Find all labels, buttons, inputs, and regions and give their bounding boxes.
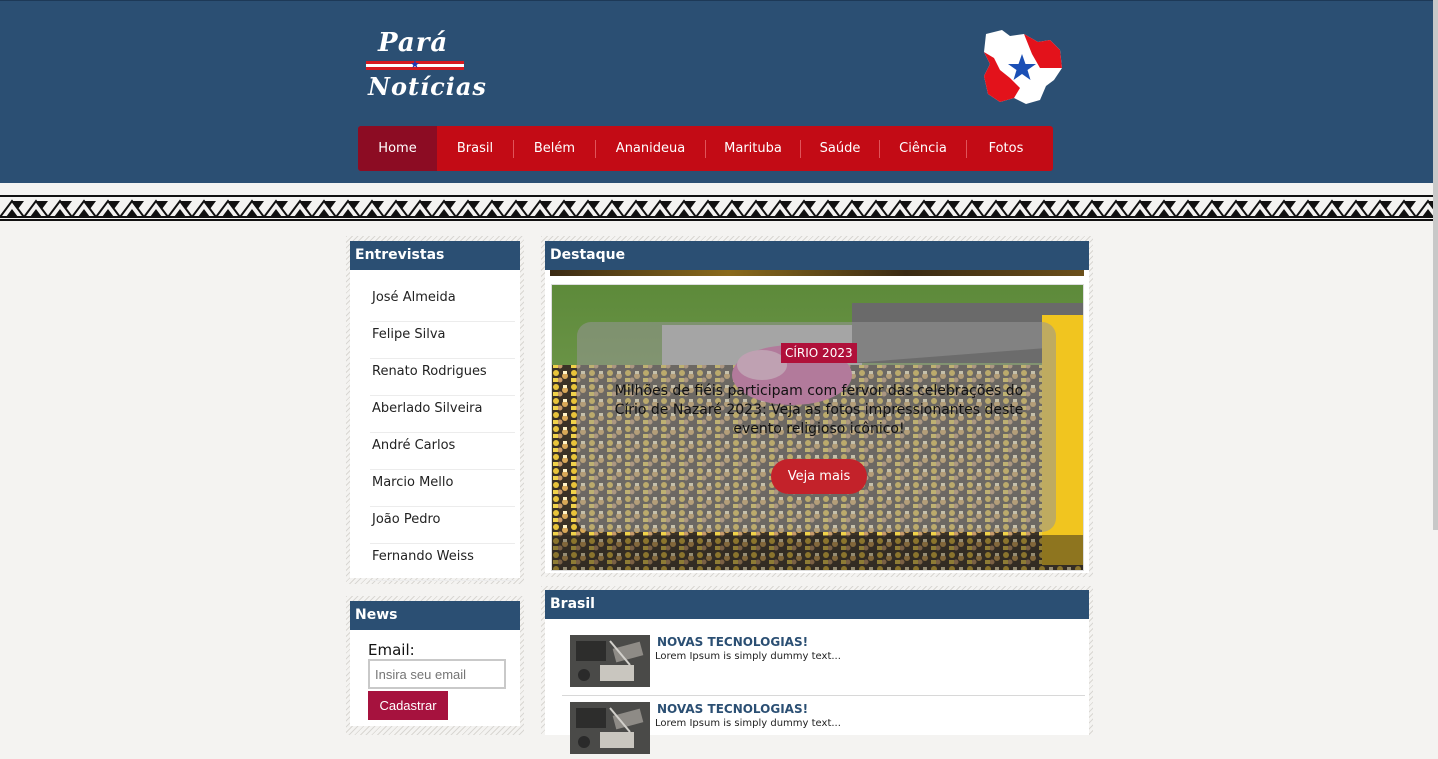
- nav-fotos[interactable]: Fotos: [967, 126, 1045, 171]
- destaque-headline: Milhões de fiéis participam com fervor d…: [614, 383, 1024, 437]
- tech-desk-thumbnail: [570, 702, 650, 754]
- nav-ciencia[interactable]: Ciência: [880, 126, 966, 171]
- news-title[interactable]: NOVAS TECNOLOGIAS!: [657, 635, 808, 649]
- entrevista-item[interactable]: Felipe Silva: [370, 322, 515, 359]
- site-header: Pará ★ Notícias Home Brasil Belém Ananid…: [0, 0, 1438, 183]
- entrevistas-title: Entrevistas: [350, 241, 520, 270]
- news-summary: Lorem Ipsum is simply dummy text...: [655, 718, 841, 729]
- entrevista-item[interactable]: Aberlado Silveira: [370, 396, 515, 433]
- logo-line2: Notícias: [368, 72, 487, 101]
- entrevista-item[interactable]: Renato Rodrigues: [370, 359, 515, 396]
- indigenous-pattern-border: [0, 195, 1438, 221]
- entrevistas-list: José Almeida Felipe Silva Renato Rodrigu…: [370, 285, 515, 581]
- brasil-title: Brasil: [545, 590, 1089, 619]
- news-item[interactable]: NOVAS TECNOLOGIAS! Lorem Ipsum is simply…: [562, 692, 1085, 759]
- site-logo[interactable]: Pará ★ Notícias: [366, 28, 486, 104]
- entrevista-item[interactable]: Fernando Weiss: [370, 544, 515, 581]
- nav-home[interactable]: Home: [358, 126, 437, 171]
- newsletter-title: News: [350, 601, 520, 630]
- cadastrar-button[interactable]: Cadastrar: [368, 691, 448, 720]
- tech-desk-thumbnail: [570, 635, 650, 687]
- news-title[interactable]: NOVAS TECNOLOGIAS!: [657, 702, 808, 716]
- entrevista-item[interactable]: José Almeida: [370, 285, 515, 322]
- newsletter-panel: News Email: Cadastrar: [350, 601, 520, 726]
- nav-ananideua[interactable]: Ananideua: [596, 126, 705, 171]
- entrevista-item[interactable]: Marcio Mello: [370, 470, 515, 507]
- destaque-title: Destaque: [545, 241, 1089, 270]
- email-label: Email:: [368, 641, 415, 659]
- entrevista-item[interactable]: João Pedro: [370, 507, 515, 544]
- news-item[interactable]: NOVAS TECNOLOGIAS! Lorem Ipsum is simply…: [562, 625, 1085, 692]
- entrevista-item[interactable]: André Carlos: [370, 433, 515, 470]
- logo-flag-band: ★: [366, 58, 464, 71]
- main-nav: Home Brasil Belém Ananideua Marituba Saú…: [358, 126, 1053, 171]
- header-topline: [0, 0, 1438, 1]
- page-scrollbar[interactable]: [1433, 0, 1438, 530]
- destaque-slide[interactable]: CÍRIO 2023 Milhões de fiéis participam c…: [551, 284, 1084, 571]
- nav-marituba[interactable]: Marituba: [706, 126, 800, 171]
- email-field[interactable]: [368, 659, 506, 689]
- para-state-flag-map-icon: [984, 30, 1062, 104]
- veja-mais-button[interactable]: Veja mais: [771, 459, 867, 494]
- news-summary: Lorem Ipsum is simply dummy text...: [655, 651, 841, 662]
- logo-line1: Pará: [378, 28, 449, 58]
- destaque-tag: CÍRIO 2023: [781, 343, 857, 363]
- entrevistas-panel: Entrevistas José Almeida Felipe Silva Re…: [350, 241, 520, 581]
- nav-saude[interactable]: Saúde: [801, 126, 879, 171]
- star-icon: ★: [410, 58, 420, 71]
- nav-brasil[interactable]: Brasil: [437, 126, 513, 171]
- nav-belem[interactable]: Belém: [514, 126, 595, 171]
